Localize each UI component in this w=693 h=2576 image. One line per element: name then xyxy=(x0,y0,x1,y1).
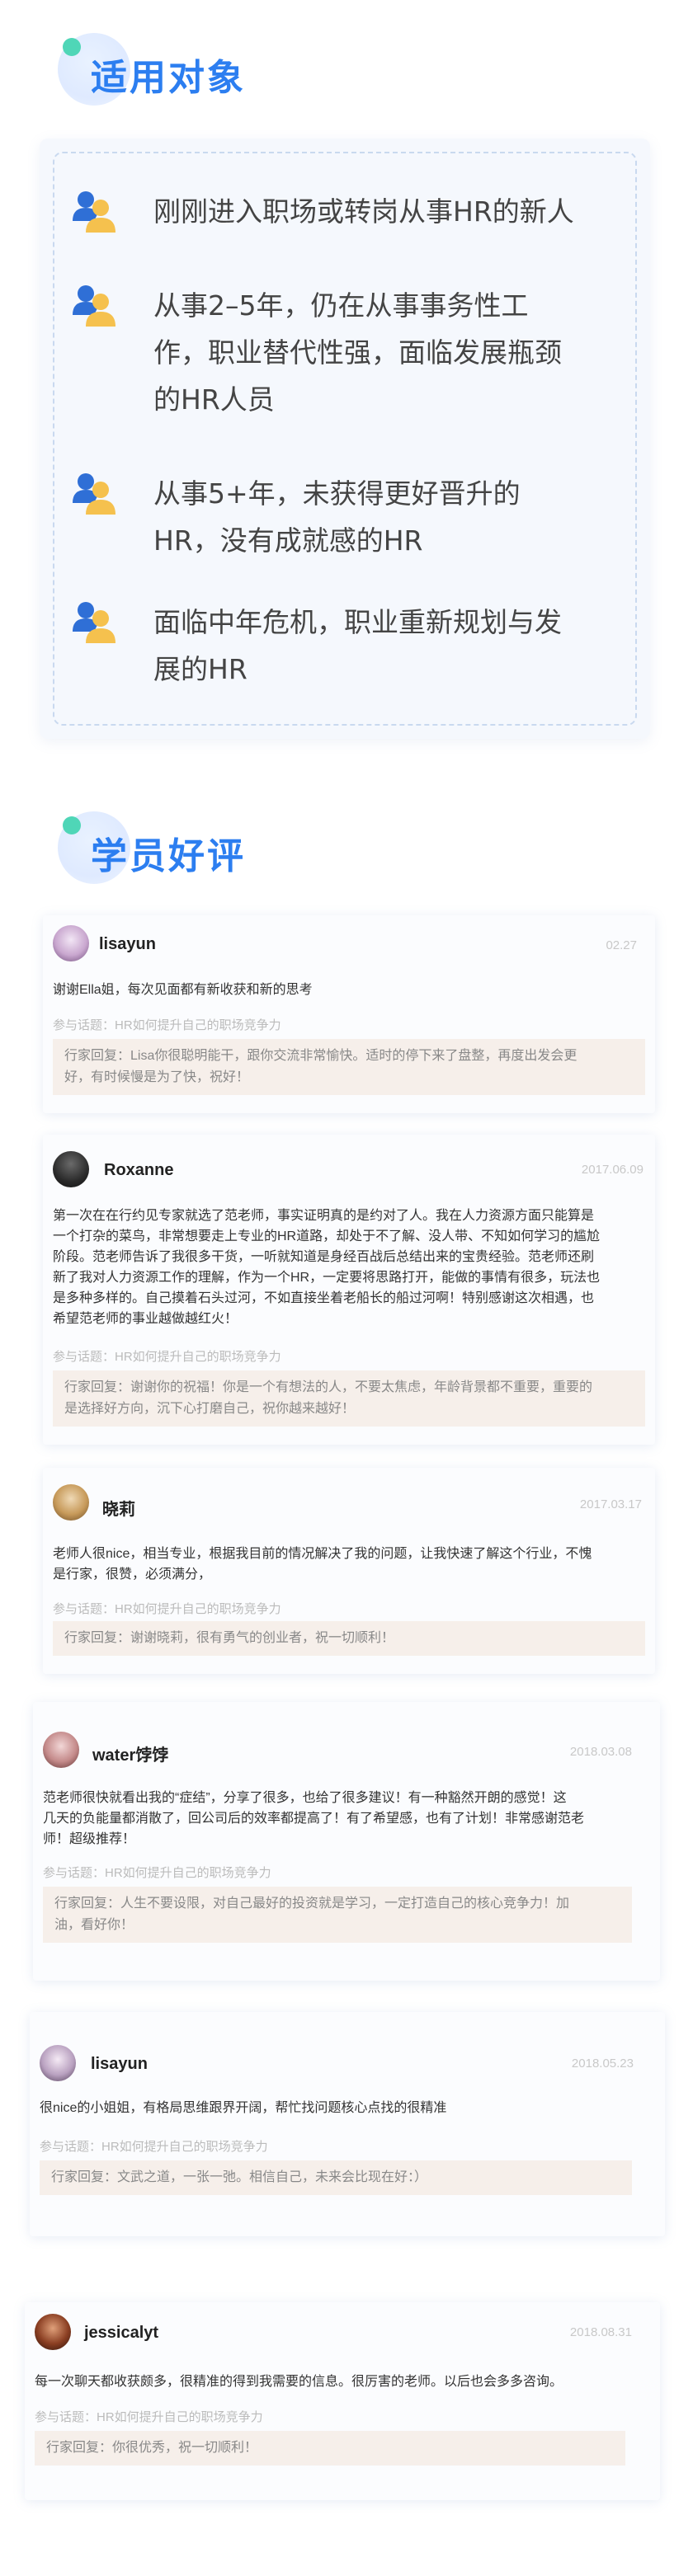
expert-reply: 行家回复：Lisa你很聪明能干，跟你交流非常愉快。适时的停下来了盘整，再度出发会… xyxy=(53,1039,645,1095)
avatar xyxy=(35,2314,71,2350)
audience-dashed-box: 刚刚进入职场或转岗从事HR的新人 从事2–5年，仍在从事事务性工 作，职业替代性… xyxy=(53,152,637,726)
review-date: 2018.05.23 xyxy=(571,2057,634,2071)
review-topic: 参与话题：HR如何提升自己的职场竞争力 xyxy=(40,2140,268,2154)
user-pair-icon xyxy=(73,285,116,327)
avatar xyxy=(53,1484,89,1521)
audience-title: 适用对象 xyxy=(91,57,246,99)
audience-item-text: 面临中年危机，职业重新规划与发 展的HR xyxy=(153,606,562,685)
review-card: Roxanne 2017.06.09 第一次在在行约见专家就选了范老师，事实证明… xyxy=(43,1135,655,1445)
expert-reply: 行家回复：文武之道，一张一弛。相信自己，未来会比现在好：） xyxy=(40,2160,632,2195)
reviews-title: 学员好评 xyxy=(91,835,246,877)
review-topic: 参与话题：HR如何提升自己的职场竞争力 xyxy=(53,1018,281,1032)
expert-reply: 行家回复：谢谢晓莉，很有勇气的创业者，祝一切顺利！ xyxy=(53,1621,645,1656)
review-card: 晓莉 2017.03.17 老师人很nice，相当专业，根据我目前的情况解决了我… xyxy=(43,1468,655,1674)
expert-reply: 行家回复：你很优秀，祝一切顺利！ xyxy=(35,2431,625,2466)
audience-item-text: 从事5+年，未获得更好晋升的 HR，没有成就感的HR xyxy=(153,477,521,557)
review-card: jessicalyt 2018.08.31 每一次聊天都收获颇多，很精准的得到我… xyxy=(25,2302,660,2500)
audience-panel: 刚刚进入职场或转岗从事HR的新人 从事2–5年，仍在从事事务性工 作，职业替代性… xyxy=(40,139,650,739)
review-topic: 参与话题：HR如何提升自己的职场竞争力 xyxy=(35,2410,263,2424)
expert-reply: 行家回复：谢谢你的祝福！你是一个有想法的人，不要太焦虑，年龄背景都不重要，重要的… xyxy=(53,1370,645,1427)
review-topic: 参与话题：HR如何提升自己的职场竞争力 xyxy=(53,1602,281,1616)
reviewer-name: Roxanne xyxy=(104,1161,174,1179)
review-text: 谢谢Ella姐，每次见面都有新收获和新的思考 xyxy=(53,983,313,997)
review-date: 2018.08.31 xyxy=(569,2325,632,2339)
review-topic: 参与话题：HR如何提升自己的职场竞争力 xyxy=(43,1866,271,1880)
reviewer-name: lisayun xyxy=(99,935,156,953)
reviewer-name: 晓莉 xyxy=(102,1501,135,1519)
reviewer-name: lisayun xyxy=(91,2055,148,2073)
user-pair-icon xyxy=(73,602,116,643)
avatar xyxy=(53,925,89,961)
review-date: 2018.03.08 xyxy=(569,1745,632,1759)
avatar xyxy=(53,1151,89,1187)
review-date: 2017.06.09 xyxy=(581,1163,644,1177)
review-text: 范老师很快就看出我的“症结”，分享了很多，也给了很多建议！有一种豁然开朗的感觉！… xyxy=(43,1791,585,1846)
review-date: 2017.03.17 xyxy=(579,1497,642,1511)
audience-item-text: 刚刚进入职场或转岗从事HR的新人 xyxy=(153,195,574,228)
avatar xyxy=(43,1732,79,1768)
user-pair-icon xyxy=(73,191,116,233)
audience-item-text: 从事2–5年，仍在从事事务性工 作，职业替代性强，面临发展瓶颈 的HR人员 xyxy=(153,289,562,416)
header-decor-dot xyxy=(63,38,81,56)
review-card: water饽饽 2018.03.08 范老师很快就看出我的“症结”，分享了很多，… xyxy=(33,1702,660,1981)
review-text: 很nice的小姐姐，有格局思维跟界开阔，帮忙找问题核心点找的很精准 xyxy=(40,2101,447,2115)
review-topic: 参与话题：HR如何提升自己的职场竞争力 xyxy=(53,1350,281,1364)
reviewer-name: jessicalyt xyxy=(84,2324,159,2342)
review-card: lisayun 02.27 谢谢Ella姐，每次见面都有新收获和新的思考 参与话… xyxy=(43,915,655,1113)
review-text: 第一次在在行约见专家就选了范老师，事实证明真的是约对了人。我在人力资源方面只能算… xyxy=(53,1209,601,1326)
review-text: 每一次聊天都收获颇多，很精准的得到我需要的信息。很厉害的老师。以后也会多多咨询。 xyxy=(35,2375,563,2389)
review-card: lisayun 2018.05.23 很nice的小姐姐，有格局思维跟界开阔，帮… xyxy=(30,2012,665,2236)
review-text: 老师人很nice，相当专业，根据我目前的情况解决了我的问题，让我快速了解这个行业… xyxy=(53,1547,592,1582)
reviewer-name: water饽饽 xyxy=(92,1746,169,1765)
header-decor-dot xyxy=(63,816,81,834)
expert-reply: 行家回复：人生不要设限，对自己最好的投资就是学习，一定打造自己的核心竞争力！加 … xyxy=(43,1887,632,1943)
user-pair-icon xyxy=(73,473,116,515)
review-date: 02.27 xyxy=(606,938,637,952)
avatar xyxy=(40,2045,76,2081)
